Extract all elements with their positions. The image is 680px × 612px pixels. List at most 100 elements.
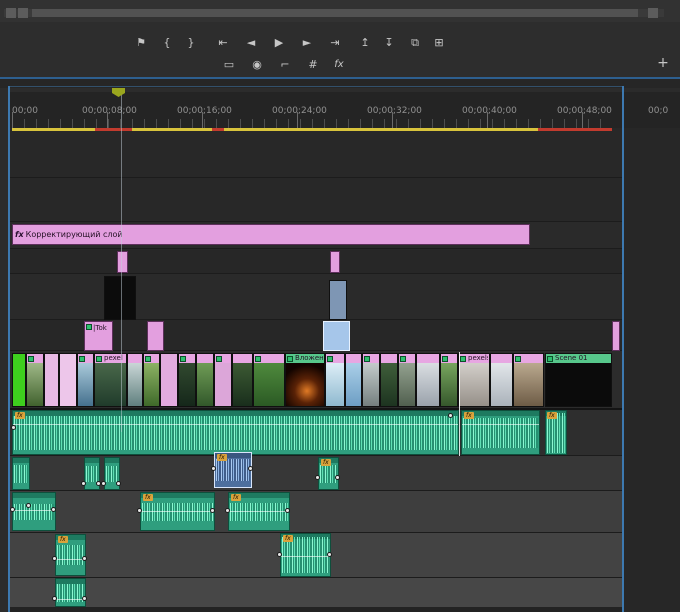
mark-out-button[interactable]: } bbox=[180, 34, 202, 52]
video-clip[interactable] bbox=[127, 353, 143, 407]
audio-clip-selected[interactable]: fx bbox=[214, 452, 252, 488]
play-button[interactable]: ▶ bbox=[268, 34, 290, 52]
keyframe-handle[interactable] bbox=[52, 556, 57, 561]
video-clip[interactable] bbox=[253, 353, 285, 407]
keyframe-handle[interactable] bbox=[82, 556, 87, 561]
keyframe-handle[interactable] bbox=[211, 466, 216, 471]
hscroll-right-handle[interactable] bbox=[648, 8, 658, 18]
video-clip[interactable] bbox=[196, 353, 214, 407]
lift-button[interactable]: ↥ bbox=[354, 34, 376, 52]
video-clip[interactable] bbox=[612, 321, 620, 351]
video-clip[interactable] bbox=[416, 353, 440, 407]
keyframe-handle[interactable] bbox=[277, 552, 282, 557]
corner-overlay-button[interactable]: ⌐ bbox=[274, 56, 296, 74]
adjustment-layer-clip[interactable]: fx Корректирующий слой bbox=[12, 224, 530, 245]
duplicate-frame-button[interactable]: ⧉ bbox=[404, 34, 426, 52]
volume-rubber-band[interactable] bbox=[13, 510, 55, 511]
video-clip[interactable] bbox=[330, 251, 340, 273]
video-clip-selected[interactable] bbox=[323, 321, 350, 351]
keyframe-handle[interactable] bbox=[81, 481, 86, 486]
volume-rubber-band[interactable] bbox=[13, 424, 458, 425]
audio-clip[interactable]: fx bbox=[545, 410, 567, 455]
volume-rubber-band[interactable] bbox=[141, 511, 214, 512]
hscroll-left-handle[interactable] bbox=[6, 8, 16, 18]
audio-clip[interactable]: fx bbox=[12, 410, 459, 455]
audio-clip[interactable]: fx bbox=[318, 457, 339, 490]
nested-sequence-clip[interactable]: Вложен bbox=[285, 353, 325, 407]
selected-edit-point[interactable] bbox=[459, 352, 460, 456]
video-clip[interactable] bbox=[380, 353, 398, 407]
timeline-hscroll-thumb[interactable] bbox=[32, 9, 638, 17]
extract-button[interactable]: ↧ bbox=[378, 34, 400, 52]
audio-clip[interactable] bbox=[12, 457, 30, 490]
hscroll-left-handle2[interactable] bbox=[18, 8, 28, 18]
keyframe-handle[interactable] bbox=[327, 552, 332, 557]
keyframe-handle[interactable] bbox=[11, 425, 16, 430]
keyframe-handle[interactable] bbox=[448, 413, 453, 418]
paste-attributes-button[interactable]: ⊞ bbox=[428, 34, 450, 52]
video-clip[interactable] bbox=[59, 353, 77, 407]
keyframe-handle[interactable] bbox=[51, 507, 56, 512]
audio-clip[interactable]: fx bbox=[55, 534, 86, 576]
video-clip-pexels-p[interactable]: pexels-p bbox=[458, 353, 490, 407]
video-clip[interactable] bbox=[143, 353, 160, 407]
video-clip[interactable] bbox=[345, 353, 362, 407]
keyframe-handle[interactable] bbox=[315, 475, 320, 480]
export-frame-button[interactable]: ◉ bbox=[246, 56, 268, 74]
audio-clip[interactable]: fx bbox=[228, 492, 290, 531]
audio-clip[interactable]: fx bbox=[280, 533, 331, 577]
video-clip[interactable] bbox=[26, 353, 44, 407]
video-clip-blue[interactable] bbox=[329, 280, 347, 320]
video-clip-dark[interactable] bbox=[104, 276, 136, 320]
audio-clip[interactable]: fx bbox=[140, 492, 215, 531]
keyframe-handle[interactable] bbox=[248, 466, 253, 471]
go-to-out-button[interactable]: ⇥ bbox=[324, 34, 346, 52]
keyframe-handle[interactable] bbox=[82, 596, 87, 601]
mark-in-button[interactable]: { bbox=[156, 34, 178, 52]
volume-rubber-band[interactable] bbox=[56, 599, 85, 600]
keyframe-handle[interactable] bbox=[101, 481, 106, 486]
audio-clip[interactable] bbox=[55, 578, 86, 607]
video-clip[interactable] bbox=[117, 251, 128, 273]
keyframe-handle[interactable] bbox=[335, 475, 340, 480]
video-clip[interactable] bbox=[44, 353, 59, 407]
video-clip[interactable] bbox=[214, 353, 232, 407]
volume-rubber-band[interactable] bbox=[229, 511, 289, 512]
add-track-button[interactable]: + bbox=[652, 54, 674, 72]
color-matte-clip[interactable] bbox=[12, 353, 26, 407]
scene01-clip[interactable]: Scene 01 bbox=[545, 353, 612, 407]
video-clip[interactable] bbox=[147, 321, 164, 351]
audio-clip[interactable]: fx bbox=[461, 410, 540, 455]
step-back-button[interactable]: ◄ bbox=[240, 34, 262, 52]
video-clip[interactable] bbox=[398, 353, 416, 407]
volume-rubber-band[interactable] bbox=[462, 424, 539, 425]
audio-clip[interactable] bbox=[12, 492, 56, 531]
step-forward-button[interactable]: ► bbox=[296, 34, 318, 52]
video-clip[interactable] bbox=[325, 353, 345, 407]
video-clip-tok[interactable]: |Tok bbox=[84, 321, 113, 351]
keyframe-handle[interactable] bbox=[225, 508, 230, 513]
keyframe-handle[interactable] bbox=[210, 508, 215, 513]
video-clip[interactable] bbox=[160, 353, 178, 407]
video-clip[interactable] bbox=[513, 353, 544, 407]
video-clip[interactable] bbox=[362, 353, 380, 407]
keyframe-handle[interactable] bbox=[10, 507, 15, 512]
video-clip[interactable] bbox=[232, 353, 253, 407]
fx-badges-toggle[interactable]: fx bbox=[328, 56, 350, 74]
video-clip-pexel[interactable]: pexel bbox=[94, 353, 127, 407]
video-clip[interactable] bbox=[440, 353, 458, 407]
volume-rubber-band[interactable] bbox=[281, 556, 330, 557]
keyframe-handle[interactable] bbox=[137, 508, 142, 513]
video-clip[interactable] bbox=[77, 353, 94, 407]
keyframe-handle[interactable] bbox=[52, 596, 57, 601]
video-clip[interactable] bbox=[178, 353, 196, 407]
keyframe-handle[interactable] bbox=[26, 503, 31, 508]
safe-margins-button[interactable]: ▭ bbox=[218, 56, 240, 74]
volume-rubber-band[interactable] bbox=[56, 559, 85, 560]
add-marker-button[interactable]: ⚑ bbox=[130, 34, 152, 52]
video-clip[interactable] bbox=[490, 353, 513, 407]
go-to-in-button[interactable]: ⇤ bbox=[212, 34, 234, 52]
playhead[interactable] bbox=[121, 92, 122, 432]
snap-toggle[interactable]: # bbox=[302, 56, 324, 74]
keyframe-handle[interactable] bbox=[116, 481, 121, 486]
